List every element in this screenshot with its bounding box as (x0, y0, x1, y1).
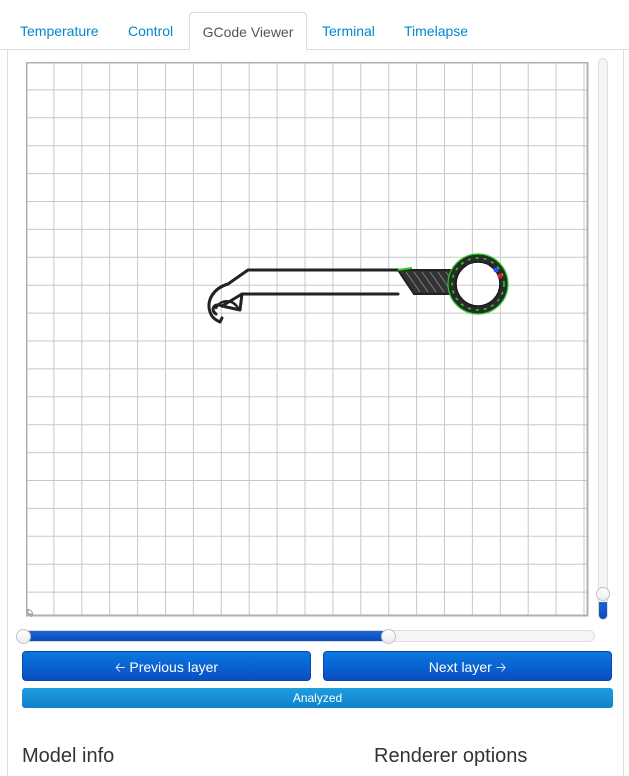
progress-slider-handle[interactable] (380, 629, 396, 644)
gcode-canvas[interactable] (26, 62, 589, 617)
tab-control[interactable]: Control (112, 12, 189, 50)
tab-bar: Temperature Control GCode Viewer Termina… (0, 12, 629, 51)
tab-temperature[interactable]: Temperature (6, 12, 113, 50)
renderer-options-heading: Renderer options (374, 745, 528, 767)
layer-slider-fill (599, 602, 607, 619)
progress-slider-fill (23, 631, 390, 641)
gcode-render (26, 62, 589, 617)
model-info-heading: Model info (22, 745, 115, 767)
grid-lines (26, 62, 588, 616)
next-layer-button[interactable]: Next layer 🡢 (323, 651, 612, 681)
progress-slider-start-handle[interactable] (16, 629, 31, 644)
analysis-status-label: Analyzed (292, 691, 343, 705)
tab-timelapse[interactable]: Timelapse (389, 12, 483, 50)
progress-slider-track[interactable] (22, 630, 595, 642)
previous-layer-button[interactable]: 🡠 Previous layer (22, 651, 311, 681)
tab-terminal[interactable]: Terminal (307, 12, 390, 50)
arrow-right-icon: 🡢 (495, 660, 507, 675)
layer-slider-track[interactable] (598, 58, 608, 620)
layer-path (207, 253, 509, 324)
next-layer-label: Next layer (428, 659, 492, 675)
previous-layer-label: Previous layer (129, 659, 219, 675)
analysis-status-bar: Analyzed (22, 688, 613, 708)
arrow-left-icon: 🡠 (114, 660, 126, 675)
tab-gcode-viewer[interactable]: GCode Viewer (189, 12, 307, 51)
